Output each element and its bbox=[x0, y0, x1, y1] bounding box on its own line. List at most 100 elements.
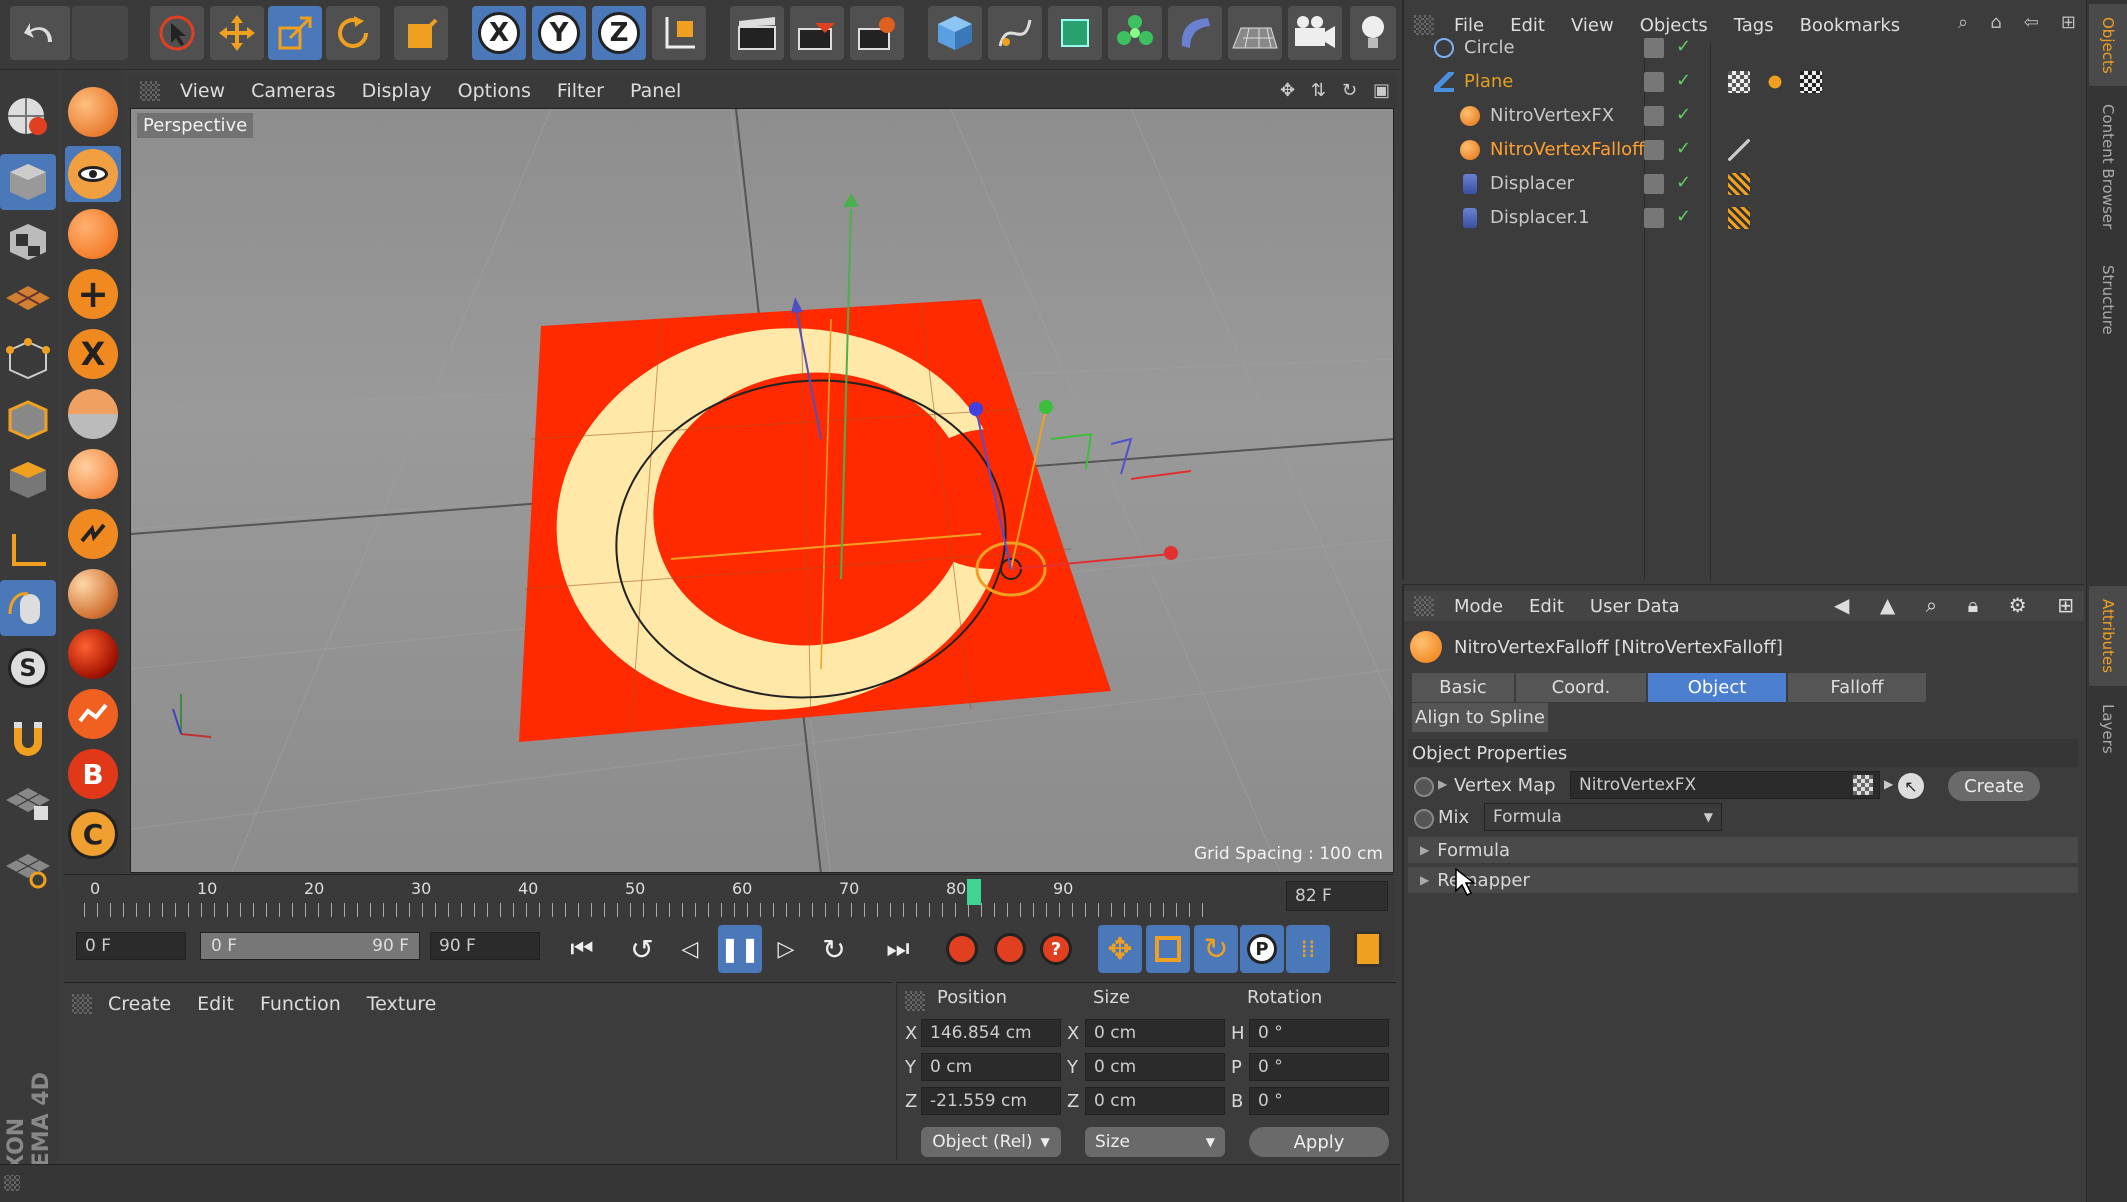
link-menu-arrow-icon[interactable]: ▶ bbox=[1884, 777, 1893, 791]
menu-user-data[interactable]: User Data bbox=[1590, 596, 1680, 617]
render-view-button[interactable] bbox=[730, 6, 784, 60]
new-view-icon[interactable]: ⊞ bbox=[2061, 12, 2076, 33]
plain-sphere-button[interactable] bbox=[65, 206, 121, 262]
c-button[interactable]: C bbox=[65, 806, 121, 862]
menu-display[interactable]: Display bbox=[362, 80, 432, 102]
previous-keyframe-button[interactable]: ↺ bbox=[620, 925, 664, 973]
timeline-ruler[interactable]: 0 10 20 30 40 50 60 70 80 90 82 F bbox=[64, 874, 1394, 918]
animate-radio[interactable] bbox=[1414, 777, 1434, 797]
object-row[interactable]: Plane ✓ bbox=[1404, 66, 2084, 99]
formula-group[interactable]: ▶ Formula bbox=[1408, 837, 2078, 863]
back-arrow-icon[interactable]: ◀ bbox=[1834, 593, 1849, 617]
remapper-group[interactable]: ▶ Remapper bbox=[1408, 867, 2078, 893]
camera-label[interactable]: Perspective bbox=[137, 113, 254, 138]
autokey-button[interactable] bbox=[988, 925, 1032, 973]
rotation-b-field[interactable]: 0 ° bbox=[1249, 1087, 1389, 1115]
light-button[interactable] bbox=[1350, 6, 1396, 60]
next-keyframe-button[interactable]: ↻ bbox=[812, 925, 856, 973]
nitro-button[interactable] bbox=[65, 506, 121, 562]
cloner-button[interactable] bbox=[1108, 6, 1162, 60]
key-rotation-button[interactable]: ↻ bbox=[1194, 925, 1238, 973]
magnet-button[interactable] bbox=[0, 712, 56, 768]
maximize-icon[interactable]: ▣ bbox=[1373, 80, 1390, 102]
rotate-tool-button[interactable] bbox=[326, 6, 380, 60]
menu-texture[interactable]: Texture bbox=[367, 993, 437, 1015]
enabled-check-icon[interactable]: ✓ bbox=[1676, 138, 1691, 159]
half-sphere-button[interactable] bbox=[65, 386, 121, 442]
model-mode-button[interactable] bbox=[0, 154, 56, 210]
settings-icon[interactable]: ⚙︎ bbox=[2009, 593, 2027, 617]
sphere-material-button[interactable] bbox=[65, 84, 121, 140]
visibility-toggle[interactable] bbox=[1644, 38, 1664, 58]
apply-button[interactable]: Apply bbox=[1249, 1127, 1389, 1157]
pan-icon[interactable]: ✥ bbox=[1280, 80, 1295, 102]
live-selection-button[interactable] bbox=[150, 6, 204, 60]
timeline-playhead[interactable] bbox=[967, 879, 982, 905]
menu-edit[interactable]: Edit bbox=[197, 993, 234, 1015]
gizmo-z-handle[interactable] bbox=[969, 402, 983, 416]
key-parameter-button[interactable]: P bbox=[1240, 925, 1284, 973]
lock-icon[interactable]: 🔒︎ bbox=[1968, 593, 1979, 617]
pick-object-icon[interactable]: ↖ bbox=[1898, 773, 1924, 799]
new-view-icon[interactable]: ⊞ bbox=[2057, 593, 2074, 617]
tab-align-to-spline[interactable]: Align to Spline bbox=[1412, 703, 1548, 732]
undo-button[interactable] bbox=[10, 6, 70, 60]
start-frame-field[interactable]: 0 F bbox=[76, 932, 186, 960]
enabled-check-icon[interactable]: ✓ bbox=[1676, 172, 1691, 193]
redo-button[interactable] bbox=[72, 6, 128, 60]
side-tab-content-browser[interactable]: Content Browser bbox=[2089, 92, 2127, 242]
size-mode-select[interactable]: Size ▼ bbox=[1085, 1127, 1225, 1157]
material-tag-icon[interactable] bbox=[1764, 71, 1786, 93]
animate-radio[interactable] bbox=[1414, 809, 1434, 829]
menu-cameras[interactable]: Cameras bbox=[251, 80, 335, 102]
gizmo-plane-yz[interactable] bbox=[1110, 437, 1133, 475]
vertex-map-link-field[interactable]: NitroVertexFX bbox=[1570, 771, 1880, 799]
position-y-field[interactable]: 0 cm bbox=[921, 1053, 1061, 1081]
tab-coord[interactable]: Coord. bbox=[1516, 673, 1646, 702]
go-to-end-button[interactable]: ⏭ bbox=[876, 925, 920, 973]
orbit-icon[interactable]: ↻ bbox=[1342, 80, 1357, 102]
enabled-check-icon[interactable]: ✓ bbox=[1676, 70, 1691, 91]
size-y-field[interactable]: 0 cm bbox=[1085, 1053, 1225, 1081]
home-icon[interactable]: ⌂ bbox=[1990, 12, 2001, 33]
spline-tag-icon[interactable] bbox=[1728, 139, 1750, 161]
key-scale-button[interactable] bbox=[1146, 925, 1190, 973]
spline-pen-button[interactable] bbox=[988, 6, 1042, 60]
move-tool-button[interactable] bbox=[210, 6, 264, 60]
previous-frame-button[interactable]: ◁ bbox=[668, 925, 712, 973]
camera-button[interactable] bbox=[1288, 6, 1342, 60]
position-z-field[interactable]: -21.559 cm bbox=[921, 1087, 1061, 1115]
object-row[interactable]: Displacer ✓ bbox=[1404, 168, 2084, 201]
shaded-sphere-button[interactable] bbox=[65, 566, 121, 622]
menu-mode[interactable]: Mode bbox=[1454, 596, 1503, 617]
workplane-snap-button[interactable] bbox=[0, 840, 56, 896]
create-button[interactable]: Create bbox=[1948, 771, 2040, 801]
view-button[interactable] bbox=[65, 146, 121, 202]
visibility-toggle[interactable] bbox=[1644, 140, 1664, 160]
size-z-field[interactable]: 0 cm bbox=[1085, 1087, 1225, 1115]
snap-button[interactable]: S bbox=[0, 640, 56, 696]
render-settings-button[interactable] bbox=[850, 6, 904, 60]
edges-mode-button[interactable] bbox=[0, 392, 56, 448]
object-row[interactable]: NitroVertexFalloff ✓ bbox=[1404, 134, 2084, 167]
enabled-check-icon[interactable]: ✓ bbox=[1676, 36, 1691, 57]
object-row[interactable]: Circle ✓ bbox=[1404, 32, 2084, 65]
texture-mode-button[interactable] bbox=[0, 214, 56, 270]
go-to-start-button[interactable]: ⏮ bbox=[560, 925, 604, 973]
tab-basic[interactable]: Basic bbox=[1412, 673, 1514, 702]
pause-button[interactable]: ❚❚ bbox=[718, 925, 762, 973]
next-frame-button[interactable]: ▷ bbox=[764, 925, 808, 973]
menu-view[interactable]: View bbox=[180, 80, 225, 102]
key-position-button[interactable]: ✥ bbox=[1098, 925, 1142, 973]
gradient-sphere-button[interactable] bbox=[65, 446, 121, 502]
gizmo-y-handle[interactable] bbox=[1039, 400, 1053, 414]
floor-button[interactable] bbox=[1228, 6, 1282, 60]
shader-tag-icon[interactable] bbox=[1728, 173, 1750, 195]
timeline-window-button[interactable] bbox=[1346, 925, 1390, 973]
side-tab-structure[interactable]: Structure bbox=[2089, 250, 2127, 350]
deformer-button[interactable] bbox=[1168, 6, 1222, 60]
polygons-mode-button[interactable] bbox=[0, 452, 56, 508]
render-picture-viewer-button[interactable] bbox=[790, 6, 844, 60]
texture-tag-icon[interactable] bbox=[1728, 71, 1750, 93]
points-mode-button[interactable] bbox=[0, 332, 56, 388]
